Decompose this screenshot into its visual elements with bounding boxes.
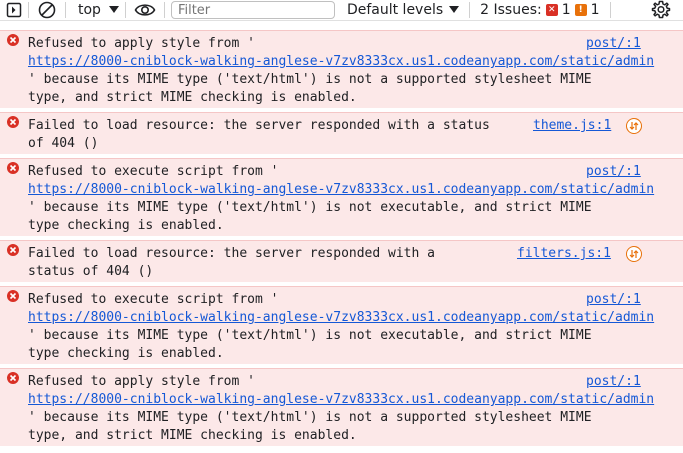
message-text: type checking is enabled. bbox=[28, 346, 224, 361]
message-text: ' because its MIME type ('text/html') is… bbox=[28, 410, 592, 425]
console-error-message[interactable]: Refused to execute script from ' https:/… bbox=[0, 158, 683, 236]
log-levels-dropdown[interactable]: Default levels bbox=[335, 2, 469, 18]
error-icon bbox=[7, 244, 19, 256]
message-text: Failed to load resource: the server resp… bbox=[28, 118, 490, 133]
warning-badge-icon: ! bbox=[574, 4, 587, 16]
toolbar-divider bbox=[163, 2, 165, 18]
source-link[interactable]: theme.js:1 bbox=[533, 117, 611, 135]
message-text: ' because its MIME type ('text/html') is… bbox=[28, 72, 592, 87]
error-badge-icon: ✕ bbox=[545, 4, 558, 16]
error-icon bbox=[7, 162, 19, 174]
message-text: type, and strict MIME checking is enable… bbox=[28, 428, 357, 443]
filter-input[interactable] bbox=[170, 1, 335, 19]
issues-counter[interactable]: 2 Issues: ✕ 1 ! 1 bbox=[470, 2, 609, 18]
clear-icon bbox=[38, 1, 56, 19]
source-link[interactable]: post/:1 bbox=[586, 163, 641, 181]
network-request-icon[interactable] bbox=[626, 118, 642, 134]
caret-down-icon bbox=[449, 6, 460, 13]
source-link[interactable]: post/:1 bbox=[586, 373, 641, 391]
clear-console-button[interactable] bbox=[29, 0, 65, 20]
message-text: type checking is enabled. bbox=[28, 218, 224, 233]
console-error-message[interactable]: Refused to apply style from ' https://80… bbox=[0, 30, 683, 108]
network-request-icon[interactable] bbox=[626, 246, 642, 262]
message-text: Refused to apply style from ' bbox=[28, 374, 255, 389]
issues-warning-count: 1 bbox=[590, 2, 600, 18]
message-text: Refused to execute script from ' bbox=[28, 292, 279, 307]
context-label: top bbox=[78, 2, 101, 18]
resource-link[interactable]: https://8000-cniblock-walking-anglese-v7… bbox=[28, 53, 654, 71]
context-selector[interactable]: top bbox=[66, 2, 125, 18]
sidebar-icon bbox=[6, 2, 22, 18]
console-error-message[interactable]: Failed to load resource: the server resp… bbox=[0, 240, 683, 282]
gear-icon bbox=[651, 0, 671, 19]
issues-error-count: 1 bbox=[561, 2, 571, 18]
settings-button[interactable] bbox=[651, 0, 671, 20]
message-text: ' because its MIME type ('text/html') is… bbox=[28, 200, 592, 215]
message-text: ' because its MIME type ('text/html') is… bbox=[28, 328, 592, 343]
error-icon bbox=[7, 290, 19, 302]
eye-icon bbox=[134, 4, 156, 16]
message-text: type, and strict MIME checking is enable… bbox=[28, 90, 357, 105]
console-error-message[interactable]: Refused to execute script from ' https:/… bbox=[0, 286, 683, 364]
console-toolbar: top Default levels 2 Issues: ✕ 1 ! 1 bbox=[0, 0, 683, 21]
console-error-message[interactable]: Refused to apply style from ' https://80… bbox=[0, 368, 683, 446]
issues-label: 2 Issues: bbox=[480, 2, 542, 18]
message-text: Refused to execute script from ' bbox=[28, 164, 279, 179]
message-text: status of 404 () bbox=[28, 264, 154, 279]
live-expression-button[interactable] bbox=[126, 0, 164, 20]
source-link[interactable]: post/:1 bbox=[586, 291, 641, 309]
sidebar-toggle-button[interactable] bbox=[0, 0, 28, 20]
message-text: Refused to apply style from ' bbox=[28, 36, 255, 51]
resource-link[interactable]: https://8000-cniblock-walking-anglese-v7… bbox=[28, 181, 654, 199]
levels-label: Default levels bbox=[346, 2, 444, 18]
error-icon bbox=[7, 34, 19, 46]
message-text: Failed to load resource: the server resp… bbox=[28, 246, 435, 261]
error-icon bbox=[7, 372, 19, 384]
message-text: of 404 () bbox=[28, 136, 99, 151]
resource-link[interactable]: https://8000-cniblock-walking-anglese-v7… bbox=[28, 309, 654, 327]
error-icon bbox=[7, 116, 19, 128]
caret-down-icon bbox=[108, 6, 119, 13]
toolbar-divider bbox=[609, 2, 611, 18]
console-error-message[interactable]: Failed to load resource: the server resp… bbox=[0, 112, 683, 154]
source-link[interactable]: post/:1 bbox=[586, 35, 641, 53]
resource-link[interactable]: https://8000-cniblock-walking-anglese-v7… bbox=[28, 391, 654, 409]
source-link[interactable]: filters.js:1 bbox=[517, 245, 611, 263]
